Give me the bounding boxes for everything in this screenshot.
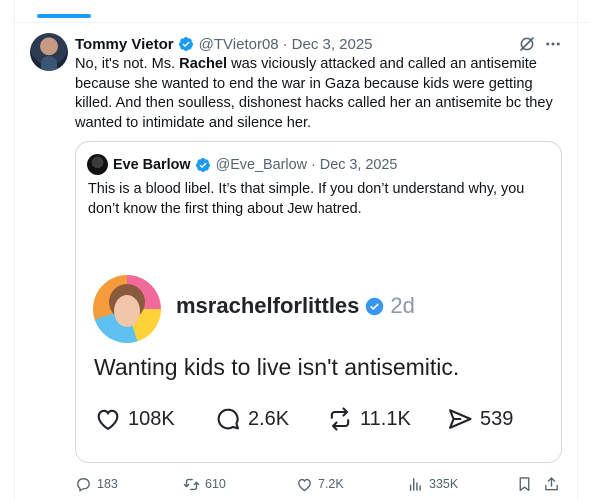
verified-badge-icon (366, 297, 384, 315)
active-tab-indicator (37, 14, 91, 18)
column-border-left (14, 0, 15, 500)
image-shares: 539 (446, 404, 513, 434)
divider (14, 22, 589, 23)
reply-icon (77, 477, 90, 492)
repost-count: 610 (205, 477, 226, 491)
author-handle[interactable]: @TVietor08 (199, 36, 279, 53)
views-icon (409, 477, 421, 491)
share-icon[interactable] (543, 475, 560, 493)
image-reposts: 11.1K (326, 404, 411, 434)
image-avatar (93, 275, 161, 343)
tweet-text: No, it's not. Ms. Rachel was viciously a… (75, 55, 565, 133)
image-time: 2d (390, 293, 415, 318)
tweet-text-part: No, it's not. Ms. (75, 56, 180, 72)
views-button[interactable]: 335K (407, 473, 458, 495)
grok-icon[interactable] (518, 35, 536, 53)
quote-author-avatar[interactable] (87, 154, 108, 175)
like-button[interactable]: 7.2K (296, 473, 344, 495)
separator: · (282, 35, 288, 53)
repost-button[interactable]: 610 (183, 473, 226, 495)
more-icon[interactable] (544, 35, 562, 53)
column-border-right (577, 0, 578, 500)
quote-author-name[interactable]: Eve Barlow (113, 157, 191, 173)
top-tab-bar (0, 0, 603, 22)
reply-button[interactable]: 183 (75, 473, 118, 495)
author-name[interactable]: Tommy Vietor (75, 36, 174, 53)
verified-badge-icon (195, 157, 210, 172)
tweet-actions: 183 610 7.2K 335K (75, 473, 562, 495)
image-shares-count: 539 (480, 407, 514, 430)
quote-header: Eve Barlow @Eve_Barlow · Dec 3, 2025 (113, 154, 397, 175)
views-count: 335K (429, 477, 459, 491)
quote-author-handle[interactable]: @Eve_Barlow (216, 157, 307, 173)
quoted-tweet[interactable]: Eve Barlow @Eve_Barlow · Dec 3, 2025 Thi… (75, 141, 562, 463)
quote-date[interactable]: Dec 3, 2025 (320, 157, 398, 173)
image-username-row: msrachelforlittles 2d (176, 293, 415, 319)
image-username: msrachelforlittles (176, 293, 360, 318)
image-replies: 2.6K (214, 404, 289, 434)
comment-icon (217, 408, 239, 430)
tweet-date[interactable]: Dec 3, 2025 (292, 36, 373, 53)
image-replies-count: 2.6K (248, 407, 290, 430)
image-caption: Wanting kids to live isn't antisemitic. (94, 354, 460, 380)
repost-icon (183, 478, 200, 490)
separator: · (311, 156, 316, 173)
verified-badge-icon (178, 37, 193, 51)
like-count: 7.2K (318, 477, 344, 491)
image-likes: 108K (94, 404, 175, 434)
quote-text: This is a blood libel. It’s that simple.… (88, 181, 525, 217)
bookmark-icon[interactable] (516, 475, 533, 493)
author-avatar[interactable] (30, 33, 68, 71)
image-stats: 108K 2.6K 11.1K 539 (94, 404, 524, 434)
image-reposts-count: 11.1K (360, 407, 411, 430)
quote-image[interactable]: msrachelforlittles 2d Wanting kids to li… (76, 247, 561, 462)
reply-count: 183 (97, 477, 118, 491)
tweet-header: Tommy Vietor @TVietor08 · Dec 3, 2025 (75, 34, 373, 54)
image-likes-count: 108K (128, 407, 175, 430)
heart-icon (97, 409, 119, 431)
send-icon (449, 409, 472, 429)
repost-icon (330, 407, 350, 431)
like-icon (298, 478, 311, 491)
tweet-text-bold: Rachel (179, 56, 228, 72)
